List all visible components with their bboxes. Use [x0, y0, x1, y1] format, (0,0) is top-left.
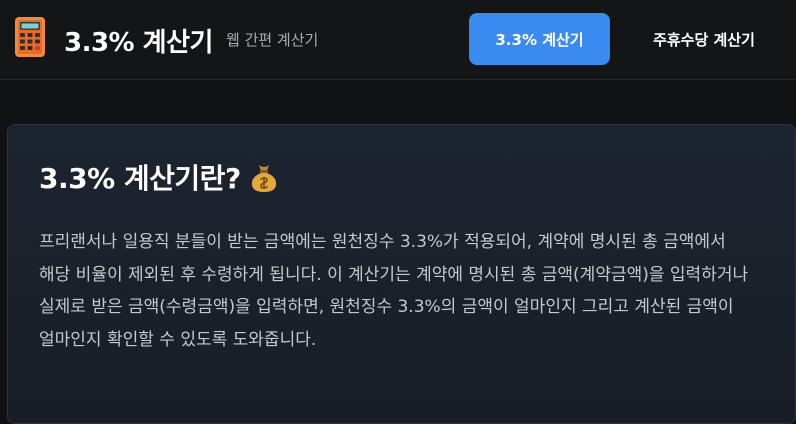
app-title[interactable]: 3.3% 계산기 [64, 22, 213, 59]
app-header: 3.3% 계산기 웹 간편 계산기 3.3% 계산기 주휴수당 계산기 [0, 0, 796, 80]
app-subtitle: 웹 간편 계산기 [226, 31, 319, 49]
calculator-icon[interactable] [14, 16, 46, 58]
info-card: 3.3% 계산기란? 프리랜서나 일용직 분들이 받는 금액에는 원천징수 3.… [7, 124, 796, 424]
card-heading: 3.3% 계산기란? [39, 157, 279, 197]
money-bag-icon [251, 165, 276, 192]
card-title: 3.3% 계산기란? [39, 162, 241, 195]
nav-tab-33-calculator[interactable]: 3.3% 계산기 [469, 13, 610, 65]
nav-tab-weekly-holiday-pay-calculator[interactable]: 주휴수당 계산기 [628, 13, 780, 65]
card-description: 프리랜서나 일용직 분들이 받는 금액에는 원천징수 3.3%가 적용되어, 계… [39, 232, 749, 350]
